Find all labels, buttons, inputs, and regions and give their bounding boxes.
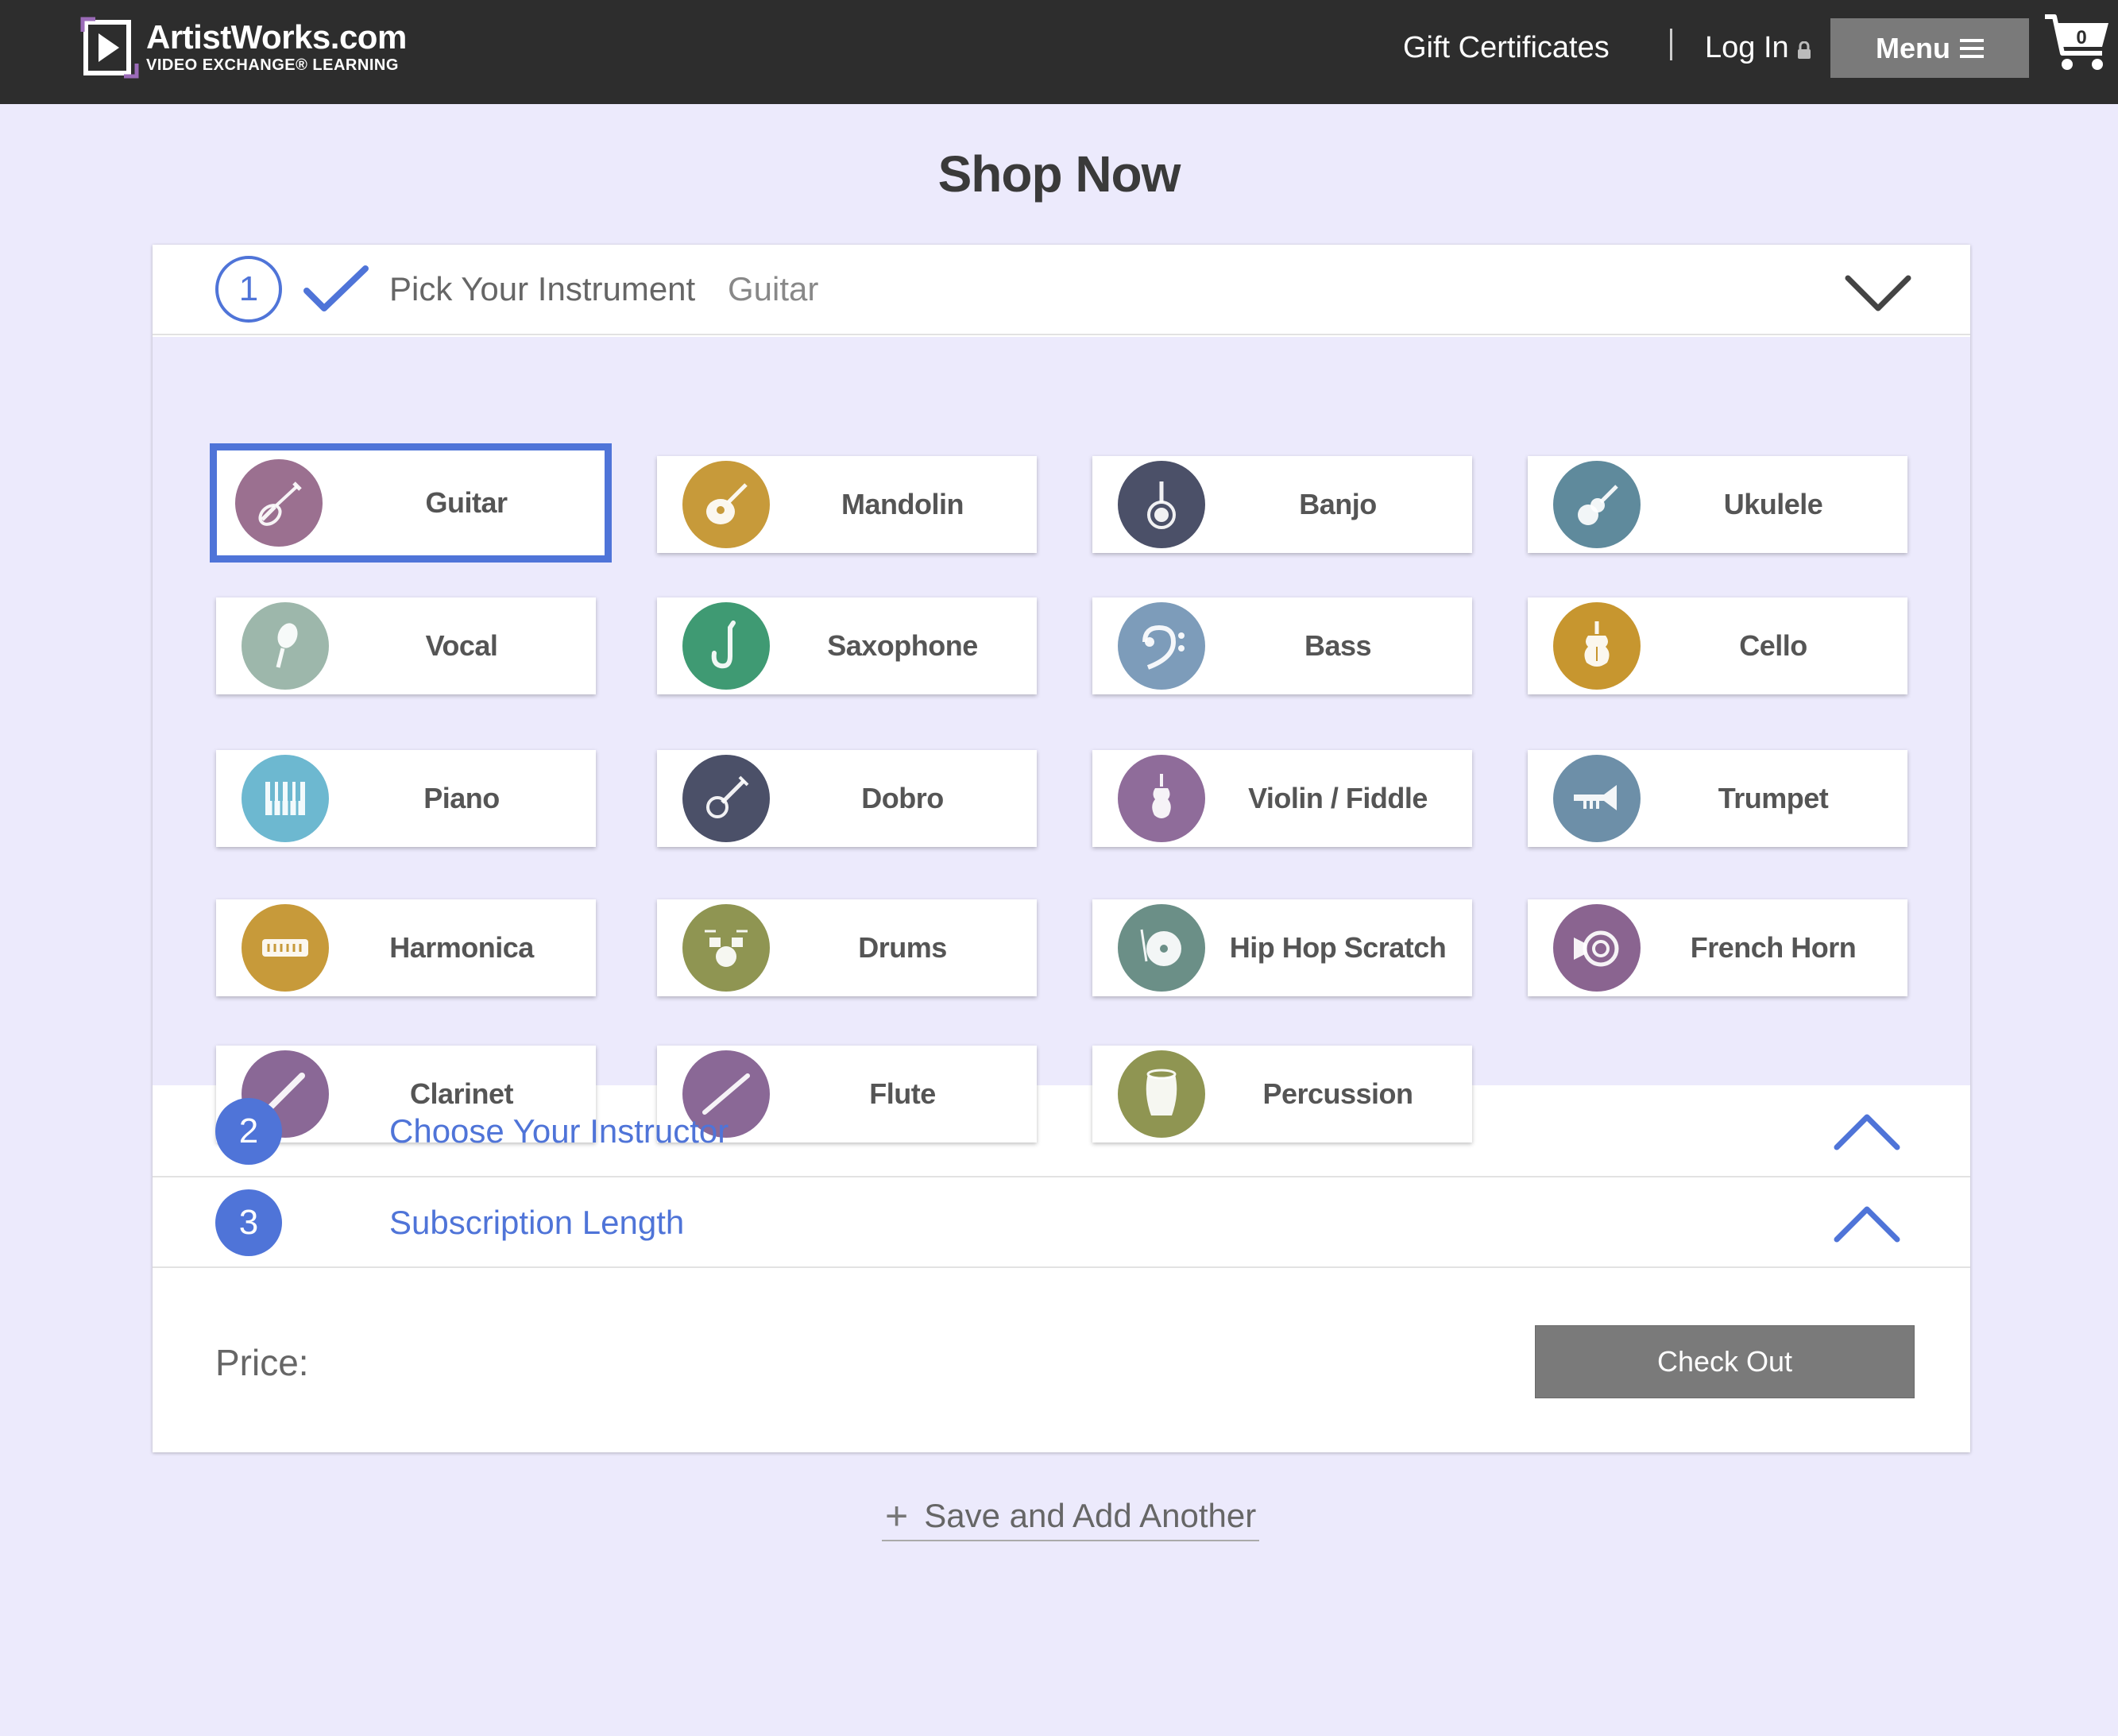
page-title: Shop Now bbox=[937, 145, 1181, 203]
instrument-label: Bass bbox=[1304, 629, 1372, 662]
instrument-tile-ukulele[interactable]: Ukulele bbox=[1528, 456, 1907, 553]
trumpet-icon bbox=[1553, 755, 1641, 842]
harmonica-icon bbox=[242, 904, 329, 992]
instrument-label: Trumpet bbox=[1718, 782, 1829, 814]
step-pick-instrument[interactable]: 1 Pick Your Instrument Guitar bbox=[153, 245, 1970, 335]
chevron-down-icon[interactable] bbox=[1843, 273, 1913, 315]
french-horn-icon bbox=[1553, 904, 1641, 992]
instrument-label: Harmonica bbox=[389, 931, 534, 964]
instrument-grid: Guitar Mandolin Banjo Ukulele Vocal Saxophone… bbox=[153, 337, 1970, 1143]
hamburger-icon bbox=[1960, 38, 1984, 58]
checkmark-icon bbox=[303, 265, 369, 311]
step-2-number: 2 bbox=[215, 1098, 282, 1165]
instrument-tile-dobro[interactable]: Dobro bbox=[657, 750, 1037, 847]
step-3-number: 3 bbox=[215, 1189, 282, 1256]
gift-certificates-link[interactable]: Gift Certificates bbox=[1403, 27, 1610, 68]
instrument-label: Hip Hop Scratch bbox=[1229, 931, 1447, 964]
instrument-tile-harmonica[interactable]: Harmonica bbox=[216, 899, 596, 996]
instrument-tile-mandolin[interactable]: Mandolin bbox=[657, 456, 1037, 553]
instrument-tile-guitar[interactable]: Guitar bbox=[210, 443, 612, 563]
instrument-tile-trumpet[interactable]: Trumpet bbox=[1528, 750, 1907, 847]
play-logo-icon bbox=[80, 17, 139, 79]
save-and-add-another-link[interactable]: + Save and Add Another bbox=[882, 1492, 1260, 1541]
chevron-up-icon[interactable] bbox=[1832, 1111, 1902, 1152]
instrument-label: Violin / Fiddle bbox=[1248, 782, 1428, 814]
instrument-label: French Horn bbox=[1690, 931, 1857, 964]
checkout-button[interactable]: Check Out bbox=[1535, 1325, 1915, 1398]
step-1-label: Pick Your Instrument bbox=[389, 270, 696, 307]
instrument-tile-hip-hop-scratch[interactable]: Hip Hop Scratch bbox=[1092, 899, 1472, 996]
instrument-label: Dobro bbox=[861, 782, 944, 814]
login-link[interactable]: Log In bbox=[1705, 27, 1811, 68]
menu-label: Menu bbox=[1876, 31, 1950, 64]
instrument-tile-bass[interactable]: Bass bbox=[1092, 597, 1472, 694]
lock-icon bbox=[1797, 41, 1811, 59]
instrument-tile-french-horn[interactable]: French Horn bbox=[1528, 899, 1907, 996]
menu-button[interactable]: Menu bbox=[1830, 18, 2029, 78]
instrument-label: Cello bbox=[1739, 629, 1807, 662]
instrument-label: Ukulele bbox=[1723, 488, 1823, 520]
plus-icon: + bbox=[885, 1494, 909, 1538]
step-1-value: Guitar bbox=[728, 270, 819, 307]
instrument-tile-violin-fiddle[interactable]: Violin / Fiddle bbox=[1092, 750, 1472, 847]
cart-count: 0 bbox=[2076, 27, 2086, 48]
shop-panel: 1 Pick Your Instrument Guitar Guitar Mand… bbox=[153, 245, 1970, 1452]
turntable-icon bbox=[1118, 904, 1205, 992]
top-navigation-bar: ArtistWorks.com VIDEO EXCHANGE® LEARNING… bbox=[0, 0, 2118, 104]
step-subscription-length[interactable]: 3 Subscription Length bbox=[153, 1179, 1970, 1268]
instrument-label: Mandolin bbox=[841, 488, 964, 520]
instrument-label: Saxophone bbox=[827, 629, 978, 662]
artistworks-logo[interactable]: ArtistWorks.com VIDEO EXCHANGE® LEARNING bbox=[79, 16, 407, 79]
instrument-tile-drums[interactable]: Drums bbox=[657, 899, 1037, 996]
save-and-add-another-label: Save and Add Another bbox=[924, 1497, 1257, 1534]
step-1-number: 1 bbox=[215, 256, 282, 323]
instrument-tile-banjo[interactable]: Banjo bbox=[1092, 456, 1472, 553]
instrument-tile-saxophone[interactable]: Saxophone bbox=[657, 597, 1037, 694]
chevron-up-icon[interactable] bbox=[1832, 1203, 1902, 1244]
nav-separator bbox=[1670, 29, 1672, 60]
price-label: Price: bbox=[215, 1342, 309, 1383]
ukulele-icon bbox=[1553, 461, 1641, 548]
instrument-tile-cello[interactable]: Cello bbox=[1528, 597, 1907, 694]
logo-title: ArtistWorks.com bbox=[146, 18, 407, 56]
step-3-label: Subscription Length bbox=[389, 1204, 685, 1241]
login-label: Log In bbox=[1705, 31, 1789, 64]
instrument-tile-vocal[interactable]: Vocal bbox=[216, 597, 596, 694]
guitar-icon bbox=[235, 459, 323, 547]
piano-icon bbox=[242, 755, 329, 842]
instrument-label: Vocal bbox=[425, 629, 498, 662]
instrument-label: Drums bbox=[858, 931, 947, 964]
bass-clef-icon bbox=[1118, 602, 1205, 690]
microphone-icon bbox=[242, 602, 329, 690]
cello-icon bbox=[1553, 602, 1641, 690]
logo-subtitle: VIDEO EXCHANGE® LEARNING bbox=[146, 56, 399, 74]
saxophone-icon bbox=[682, 602, 770, 690]
instrument-label: Piano bbox=[423, 782, 500, 814]
dobro-icon bbox=[682, 755, 770, 842]
banjo-icon bbox=[1118, 461, 1205, 548]
instrument-label: Guitar bbox=[425, 486, 508, 519]
instrument-tile-piano[interactable]: Piano bbox=[216, 750, 596, 847]
step-2-label: Choose Your Instructor bbox=[389, 1112, 729, 1150]
step-choose-instructor[interactable]: 2 Choose Your Instructor bbox=[153, 1087, 1970, 1177]
mandolin-icon bbox=[682, 461, 770, 548]
drums-icon bbox=[682, 904, 770, 992]
shopping-cart-icon[interactable]: 0 bbox=[2042, 12, 2113, 75]
instrument-label: Banjo bbox=[1299, 488, 1377, 520]
violin-icon bbox=[1118, 755, 1205, 842]
